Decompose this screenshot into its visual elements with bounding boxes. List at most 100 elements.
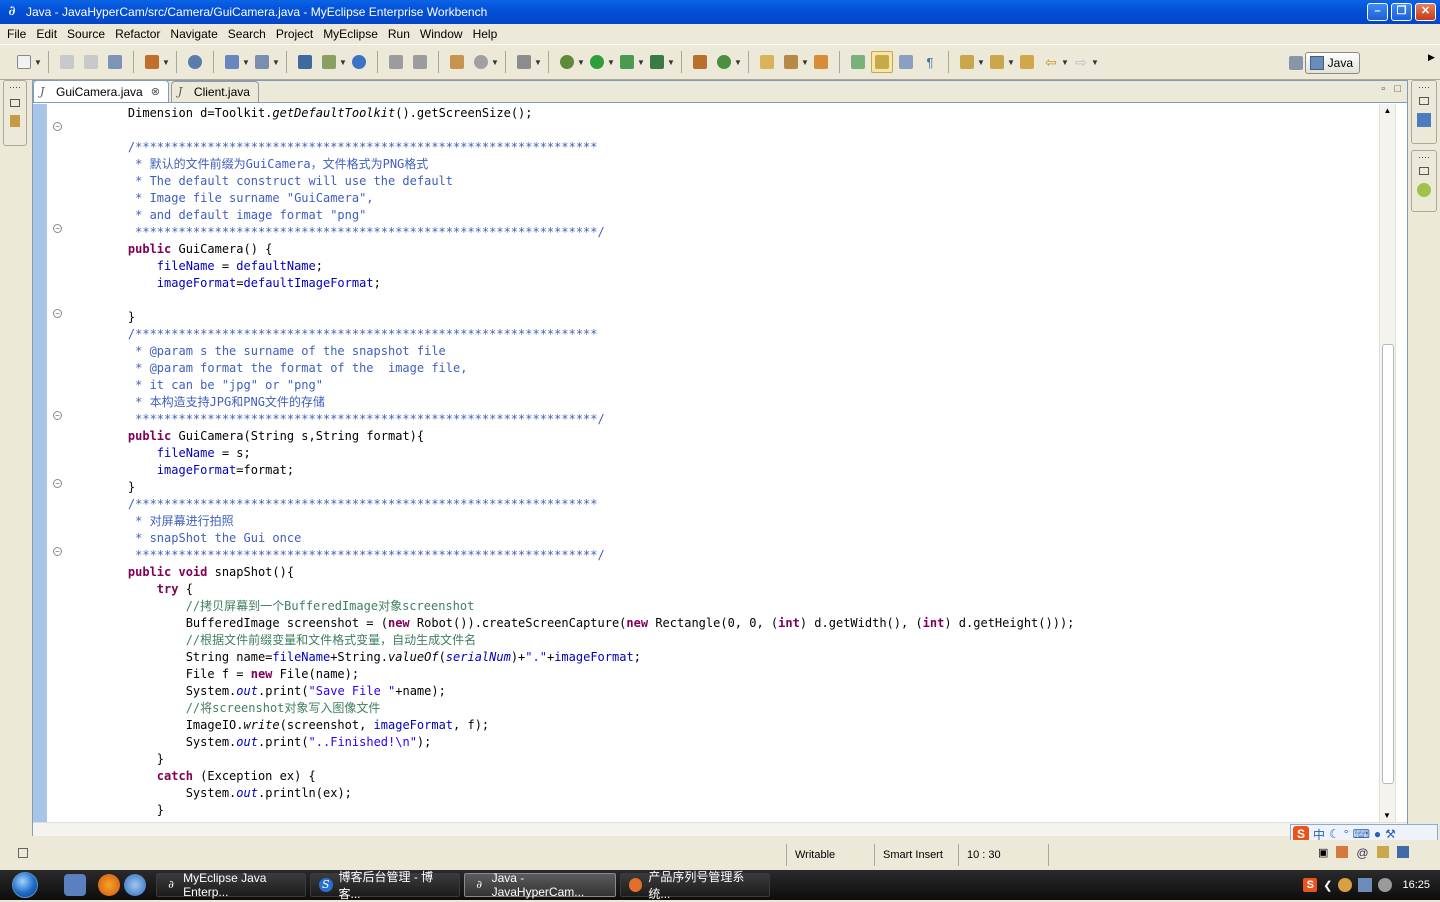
restore-button[interactable]: ❐ bbox=[1391, 3, 1412, 21]
code-line[interactable]: ****************************************… bbox=[99, 547, 605, 564]
code-line[interactable]: /***************************************… bbox=[99, 326, 598, 343]
close-button[interactable]: ✕ bbox=[1415, 3, 1436, 21]
deploy-dropdown-icon[interactable]: ▼ bbox=[242, 58, 250, 67]
last-edit-icon[interactable] bbox=[1016, 51, 1038, 73]
toolbar-chevron-icon[interactable]: ▶ bbox=[1428, 52, 1435, 63]
next-annotation-icon[interactable] bbox=[956, 51, 978, 73]
volume-icon[interactable] bbox=[1378, 878, 1393, 892]
close-tab-icon[interactable]: ⊗ bbox=[151, 85, 160, 98]
code-line[interactable]: ****************************************… bbox=[99, 411, 605, 428]
task-product-serial[interactable]: 产品序列号管理系统... bbox=[620, 870, 770, 901]
search-dropdown-icon[interactable]: ▼ bbox=[801, 58, 809, 67]
ie-icon[interactable] bbox=[124, 874, 146, 896]
new-project-dropdown-icon[interactable]: ▼ bbox=[162, 58, 170, 67]
run-ext-icon[interactable] bbox=[616, 51, 638, 73]
code-line[interactable]: * @param format the format of the image … bbox=[99, 360, 467, 377]
external-tools-dropdown-icon[interactable]: ▼ bbox=[667, 58, 675, 67]
code-line[interactable]: ImageIO.write(screenshot, imageFormat, f… bbox=[99, 717, 489, 734]
minimize-button[interactable]: – bbox=[1367, 3, 1388, 21]
menu-refactor[interactable]: Refactor bbox=[110, 27, 165, 41]
search-view-icon[interactable] bbox=[1376, 846, 1389, 858]
fold-toggle-icon[interactable]: − bbox=[53, 122, 62, 131]
server-dropdown-icon[interactable]: ▼ bbox=[272, 58, 280, 67]
vertical-scrollbar[interactable]: ▲ ▼ bbox=[1379, 104, 1395, 822]
save-icon[interactable] bbox=[56, 51, 78, 73]
code-line[interactable]: * 默认的文件前缀为GuiCamera，文件格式为PNG格式 bbox=[99, 156, 428, 173]
outline-icon[interactable] bbox=[1417, 113, 1431, 127]
mark-occurrences-icon[interactable] bbox=[871, 51, 893, 73]
back-icon[interactable]: ⇦ bbox=[1040, 51, 1062, 73]
toggle-breadcrumb-icon[interactable] bbox=[847, 51, 869, 73]
open-task-icon[interactable] bbox=[810, 51, 832, 73]
run-dropdown-icon[interactable]: ▼ bbox=[607, 58, 615, 67]
db-browser-icon[interactable] bbox=[184, 51, 206, 73]
menu-file[interactable]: File bbox=[2, 27, 31, 41]
copy-icon[interactable] bbox=[409, 51, 431, 73]
new-package-icon[interactable] bbox=[689, 51, 711, 73]
save-all-icon[interactable] bbox=[80, 51, 102, 73]
code-line[interactable]: } bbox=[99, 479, 135, 496]
problems-icon[interactable] bbox=[1417, 183, 1431, 197]
deploy-icon[interactable] bbox=[221, 51, 243, 73]
vertical-scroll-thumb[interactable] bbox=[1382, 344, 1394, 784]
search-icon[interactable] bbox=[780, 51, 802, 73]
code-line[interactable]: /***************************************… bbox=[99, 496, 598, 513]
print-icon[interactable] bbox=[104, 51, 126, 73]
open-type-dropdown-icon[interactable]: ▼ bbox=[339, 58, 347, 67]
code-line[interactable]: * Image file surname "GuiCamera", bbox=[99, 190, 373, 207]
new-project-icon[interactable] bbox=[141, 51, 163, 73]
new-class-icon[interactable] bbox=[713, 51, 735, 73]
search-web-dropdown-icon[interactable]: ▼ bbox=[491, 58, 499, 67]
fold-toggle-icon[interactable]: − bbox=[53, 547, 62, 556]
package-icon[interactable] bbox=[446, 51, 468, 73]
code-line[interactable]: imageFormat=defaultImageFormat; bbox=[99, 275, 381, 292]
menu-myeclipse[interactable]: MyEclipse bbox=[318, 27, 383, 41]
prev-annotation-dropdown-icon[interactable]: ▼ bbox=[1007, 58, 1015, 67]
code-line[interactable]: public void snapShot(){ bbox=[99, 564, 294, 581]
menu-help[interactable]: Help bbox=[468, 27, 503, 41]
search-web-icon[interactable] bbox=[470, 51, 492, 73]
new-icon[interactable] bbox=[13, 51, 35, 73]
code-line[interactable]: /***************************************… bbox=[99, 139, 598, 156]
new-class-dropdown-icon[interactable]: ▼ bbox=[734, 58, 742, 67]
horizontal-scrollbar[interactable] bbox=[33, 822, 1407, 836]
fast-view-icon[interactable] bbox=[18, 848, 28, 858]
menu-source[interactable]: Source bbox=[62, 27, 110, 41]
menu-edit[interactable]: Edit bbox=[31, 27, 62, 41]
code-line[interactable]: ****************************************… bbox=[99, 224, 605, 241]
restore-icon[interactable]: ▣ bbox=[1318, 846, 1328, 860]
at-icon[interactable]: @ bbox=[1356, 846, 1368, 860]
firefox-icon[interactable] bbox=[98, 874, 120, 896]
code-line[interactable]: * 本构造支持JPG和PNG文件的存储 bbox=[99, 394, 325, 411]
code-line[interactable]: System.out.print("..Finished!\n"); bbox=[99, 734, 432, 751]
menu-run[interactable]: Run bbox=[383, 27, 415, 41]
block-selection-icon[interactable] bbox=[895, 51, 917, 73]
scroll-up-icon[interactable]: ▲ bbox=[1380, 106, 1395, 115]
punctuation-icon[interactable]: ° bbox=[1344, 827, 1349, 841]
qq-icon[interactable] bbox=[1338, 878, 1353, 892]
code-line[interactable]: * @param s the surname of the snapshot f… bbox=[99, 343, 446, 360]
globe-icon[interactable] bbox=[348, 51, 370, 73]
open-type-icon[interactable] bbox=[318, 51, 340, 73]
half-width-icon[interactable]: ☾ bbox=[1329, 827, 1340, 841]
menu-navigate[interactable]: Navigate bbox=[165, 27, 222, 41]
code-line[interactable]: } bbox=[99, 802, 164, 819]
menu-search[interactable]: Search bbox=[223, 27, 271, 41]
fold-toggle-icon[interactable]: − bbox=[53, 309, 62, 318]
code-line[interactable]: //将screenshot对象写入图像文件 bbox=[99, 700, 381, 717]
fold-toggle-icon[interactable]: − bbox=[53, 224, 62, 233]
settings-icon[interactable]: ⚒ bbox=[1385, 827, 1396, 841]
forward-dropdown-icon[interactable]: ▼ bbox=[1091, 58, 1099, 67]
tab-client-java[interactable]: J Client.java bbox=[170, 81, 259, 102]
code-line[interactable]: * and default image format "png" bbox=[99, 207, 366, 224]
cut-icon[interactable] bbox=[385, 51, 407, 73]
task-blog-admin[interactable]: S 博客后台管理 - 博客... bbox=[310, 870, 460, 901]
code-line[interactable]: fileName = defaultName; bbox=[99, 258, 323, 275]
next-annotation-dropdown-icon[interactable]: ▼ bbox=[977, 58, 985, 67]
minimize-editor-icon[interactable]: ▫ bbox=[1381, 83, 1385, 95]
web-deploy-icon[interactable] bbox=[294, 51, 316, 73]
code-line[interactable]: public GuiCamera(String s,String format)… bbox=[99, 428, 424, 445]
code-line[interactable]: } bbox=[99, 751, 164, 768]
drag-handle-icon[interactable]: ···· bbox=[4, 83, 26, 92]
task-myeclipse[interactable]: ∂ MyEclipse Java Enterp... bbox=[156, 871, 306, 899]
